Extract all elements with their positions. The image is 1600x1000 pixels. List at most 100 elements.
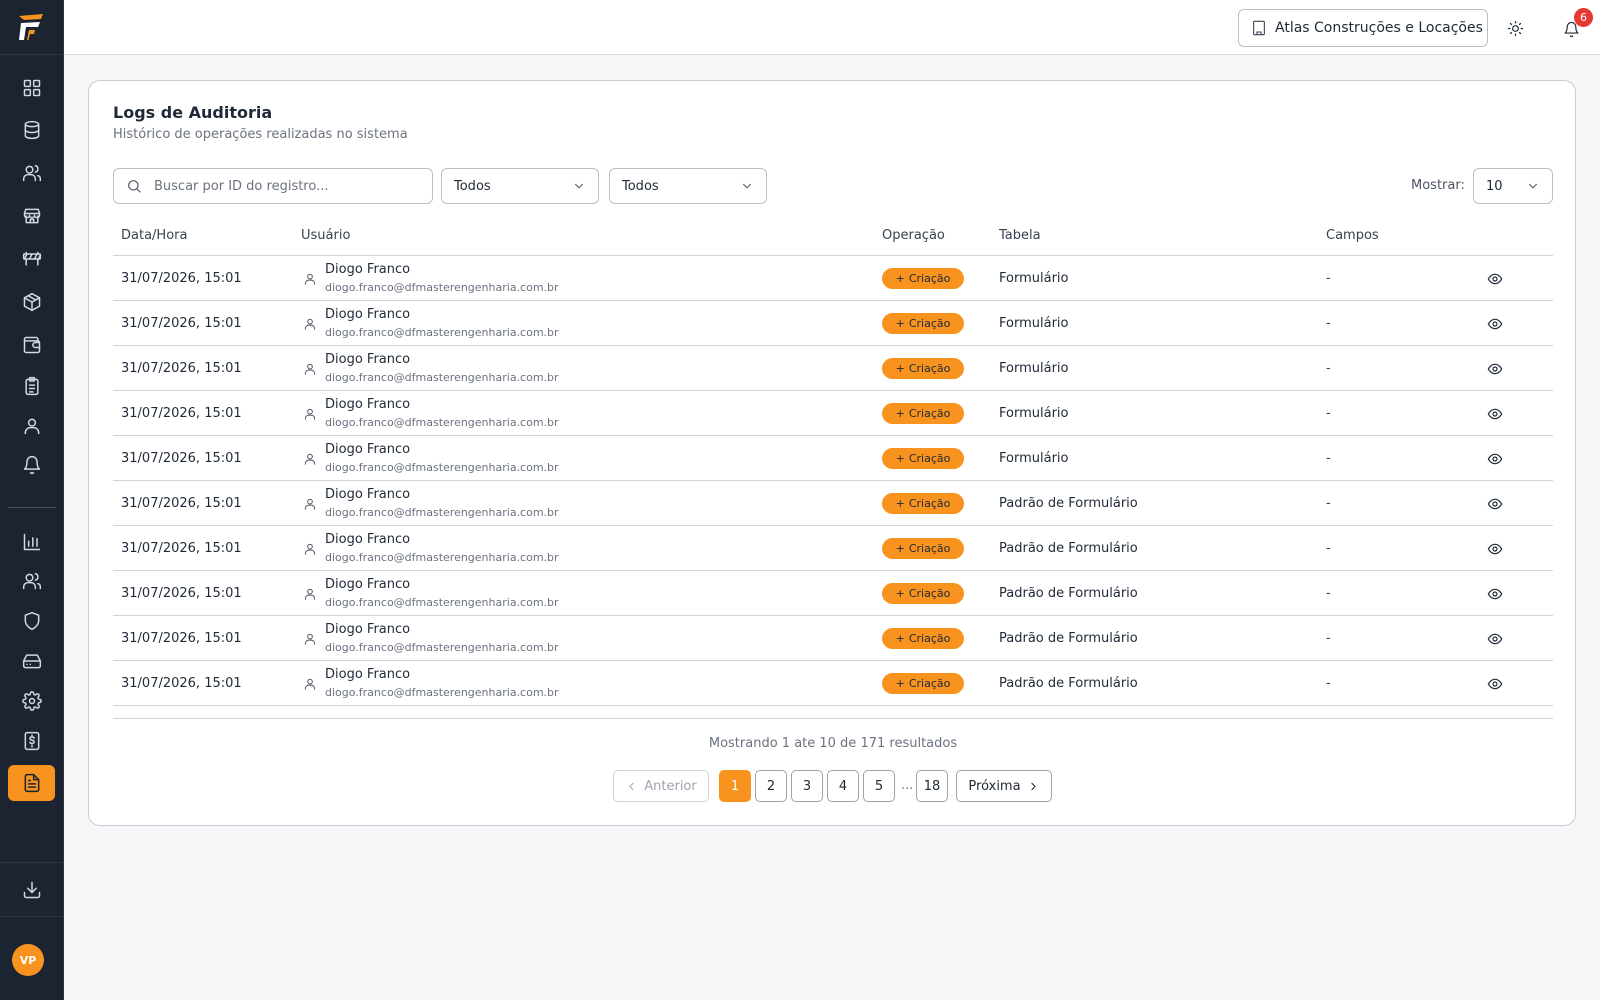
download-icon[interactable] <box>12 872 52 908</box>
bar-chart-icon[interactable] <box>12 524 52 560</box>
brand-logo-icon[interactable] <box>0 0 64 55</box>
row-date: 31/07/2026, 15:01 <box>121 406 242 421</box>
table-row[interactable]: 31/07/2026, 15:01 Diogo Franco diogo.franc… <box>113 616 1553 661</box>
row-user-email: diogo.franco@dfmasterengenharia.com.br <box>325 461 559 474</box>
operation-badge: + Criação <box>882 673 964 694</box>
operation-badge: + Criação <box>882 493 964 514</box>
clipboard-icon[interactable] <box>12 368 52 404</box>
search-input[interactable] <box>154 178 414 194</box>
eye-icon[interactable] <box>1487 676 1503 696</box>
row-user-name: Diogo Franco <box>325 397 411 412</box>
row-user-email: diogo.franco@dfmasterengenharia.com.br <box>325 596 559 609</box>
hard-drive-icon[interactable] <box>12 643 52 679</box>
table-row[interactable]: 31/07/2026, 15:01 Diogo Franco diogo.franc… <box>113 571 1553 616</box>
table-row[interactable]: 31/07/2026, 15:01 Diogo Franco diogo.franc… <box>113 661 1553 706</box>
operation-label: Criação <box>908 587 951 600</box>
table-row[interactable]: 31/07/2026, 15:01 Diogo Franco diogo.franc… <box>113 346 1553 391</box>
user-icon <box>303 586 317 605</box>
operation-label: Criação <box>908 452 951 465</box>
store-icon[interactable] <box>12 198 52 234</box>
column-header-date[interactable]: Data/Hora <box>121 228 187 243</box>
sidebar-avatar[interactable]: VP <box>12 944 44 976</box>
page-button-last[interactable]: 18 <box>916 770 948 802</box>
sun-icon[interactable] <box>1504 17 1526 39</box>
table-row[interactable]: 31/07/2026, 15:01 Diogo Franco diogo.franc… <box>113 301 1553 346</box>
table-filter-select[interactable]: Todos <box>609 168 767 204</box>
table-header: Data/Hora Usuário Operação Tabela Campos <box>113 214 1553 256</box>
eye-icon[interactable] <box>1487 361 1503 381</box>
company-selector-button[interactable]: Atlas Construções e Locações <box>1238 9 1488 47</box>
column-header-table[interactable]: Tabela <box>999 228 1041 243</box>
eye-icon[interactable] <box>1487 586 1503 606</box>
row-table-name: Formulário <box>999 406 1069 421</box>
eye-icon[interactable] <box>1487 631 1503 651</box>
row-user-name: Diogo Franco <box>325 487 411 502</box>
row-table-name: Padrão de Formulário <box>999 496 1138 511</box>
plus-icon: + <box>895 272 905 285</box>
table-row[interactable]: 31/07/2026, 15:01 Diogo Franco diogo.franc… <box>113 481 1553 526</box>
building-icon <box>1253 20 1265 36</box>
sidebar-bottom-divider-2 <box>0 916 64 917</box>
row-table-name: Formulário <box>999 361 1069 376</box>
row-date: 31/07/2026, 15:01 <box>121 451 242 466</box>
eye-icon[interactable] <box>1487 316 1503 336</box>
column-header-user[interactable]: Usuário <box>301 228 350 243</box>
operation-badge: + Criação <box>882 358 964 379</box>
operation-badge: + Criação <box>882 448 964 469</box>
package-icon[interactable] <box>12 284 52 320</box>
row-fields: - <box>1326 676 1331 691</box>
table-footer-divider <box>113 718 1553 719</box>
previous-page-button[interactable]: Anterior <box>613 770 709 802</box>
team-icon[interactable] <box>12 563 52 599</box>
file-text-icon[interactable] <box>8 765 55 801</box>
operation-badge: + Criação <box>882 268 964 289</box>
company-name: Atlas Construções e Locações <box>1275 20 1483 36</box>
eye-icon[interactable] <box>1487 451 1503 471</box>
dashboard-icon[interactable] <box>12 70 52 106</box>
eye-icon[interactable] <box>1487 496 1503 516</box>
table-row[interactable]: 31/07/2026, 15:01 Diogo Franco diogo.franc… <box>113 526 1553 571</box>
receipt-dollar-icon[interactable] <box>12 723 52 759</box>
eye-icon[interactable] <box>1487 271 1503 291</box>
table-row[interactable]: 31/07/2026, 15:01 Diogo Franco diogo.franc… <box>113 256 1553 301</box>
wallet-icon[interactable] <box>12 327 52 363</box>
user-icon <box>303 631 317 650</box>
database-icon[interactable] <box>12 112 52 148</box>
operation-filter-select[interactable]: Todos <box>441 168 599 204</box>
row-user-email: diogo.franco@dfmasterengenharia.com.br <box>325 371 559 384</box>
eye-icon[interactable] <box>1487 406 1503 426</box>
row-user-email: diogo.franco@dfmasterengenharia.com.br <box>325 416 559 429</box>
bell-icon[interactable] <box>12 447 52 483</box>
row-date: 31/07/2026, 15:01 <box>121 586 242 601</box>
row-fields: - <box>1326 631 1331 646</box>
search-box[interactable] <box>113 168 433 204</box>
page-size-select[interactable]: 10 <box>1473 168 1553 204</box>
user-icon[interactable] <box>12 408 52 444</box>
settings-icon[interactable] <box>12 683 52 719</box>
column-header-fields[interactable]: Campos <box>1326 228 1379 243</box>
column-header-operation[interactable]: Operação <box>882 228 945 243</box>
page-button-4[interactable]: 4 <box>827 770 859 802</box>
plus-icon: + <box>895 632 905 645</box>
page-button-2[interactable]: 2 <box>755 770 787 802</box>
page-subtitle: Histórico de operações realizadas no sis… <box>113 127 408 142</box>
previous-page-label: Anterior <box>644 778 697 794</box>
row-user-name: Diogo Franco <box>325 307 411 322</box>
operation-badge: + Criação <box>882 313 964 334</box>
audit-logs-card: Logs de Auditoria Histórico de operações… <box>88 80 1576 826</box>
page-button-1[interactable]: 1 <box>719 770 751 802</box>
users-icon[interactable] <box>12 155 52 191</box>
chevron-right-icon <box>1030 782 1036 790</box>
user-icon <box>303 406 317 425</box>
next-page-button[interactable]: Próxima <box>956 770 1052 802</box>
operation-badge: + Criação <box>882 538 964 559</box>
table-row[interactable]: 31/07/2026, 15:01 Diogo Franco diogo.franc… <box>113 391 1553 436</box>
table-row[interactable]: 31/07/2026, 15:01 Diogo Franco diogo.franc… <box>113 436 1553 481</box>
shield-icon[interactable] <box>12 603 52 639</box>
topbar: Atlas Construções e Locações 6 VP <box>64 0 1600 55</box>
page-button-5[interactable]: 5 <box>863 770 895 802</box>
row-fields: - <box>1326 406 1331 421</box>
page-button-3[interactable]: 3 <box>791 770 823 802</box>
eye-icon[interactable] <box>1487 541 1503 561</box>
barrier-icon[interactable] <box>12 241 52 277</box>
